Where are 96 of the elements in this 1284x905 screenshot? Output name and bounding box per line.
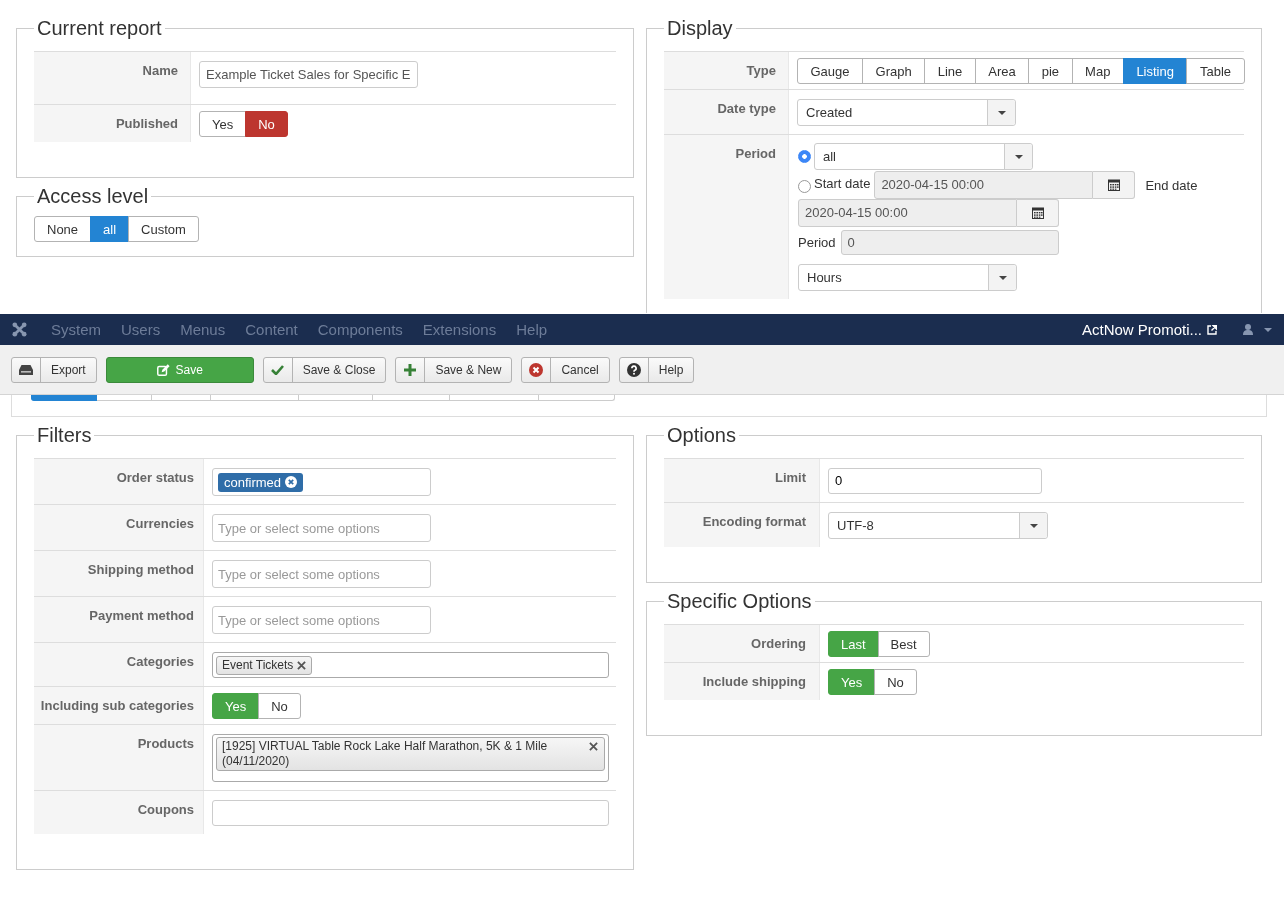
option-button[interactable]: Best xyxy=(877,631,930,657)
option-button[interactable]: Gauge xyxy=(797,58,864,84)
caret-icon xyxy=(1029,523,1038,528)
toolbar-button[interactable]: Save & New xyxy=(395,356,513,383)
field-label: Currencies xyxy=(34,505,204,550)
logo-icon xyxy=(12,322,27,337)
section-title: Specific Options xyxy=(666,591,813,611)
unit-dropdown[interactable]: Hours xyxy=(798,264,1017,291)
text-field[interactable] xyxy=(212,800,609,826)
option-button[interactable]: No xyxy=(258,693,301,719)
caret-icon xyxy=(998,275,1007,280)
edit-icon xyxy=(156,363,170,376)
plus-icon xyxy=(404,363,417,376)
option-button[interactable]: pie xyxy=(1028,58,1073,84)
section-title: Access level xyxy=(36,186,150,206)
tab[interactable] xyxy=(97,395,152,401)
toolbar-button[interactable]: Save & Close xyxy=(262,356,387,383)
tray-icon xyxy=(19,364,33,375)
user-icon xyxy=(1243,324,1253,335)
field-label: Name xyxy=(34,52,191,104)
tab[interactable] xyxy=(152,395,211,401)
field-label: Shipping method xyxy=(34,551,204,596)
calendar-button[interactable] xyxy=(1093,171,1136,199)
remove-icon xyxy=(285,476,298,488)
tag[interactable]: [1925] VIRTUAL Table Rock Lake Half Marathon, 5K & 1 Mile (04/11/2020) xyxy=(216,737,605,771)
date-field[interactable]: 2020-04-15 00:00 xyxy=(874,171,1094,199)
status-tag[interactable]: confirmed xyxy=(218,472,304,492)
option-button[interactable]: No xyxy=(245,111,288,137)
section-title: Options xyxy=(666,425,737,445)
dropdown[interactable]: Created xyxy=(797,99,1016,126)
field-label: Date type xyxy=(664,90,789,134)
option-button[interactable]: No xyxy=(874,669,917,695)
option-button[interactable]: Area xyxy=(974,58,1030,84)
external-link-icon xyxy=(1207,324,1217,335)
field-label: Including sub categories xyxy=(34,687,204,724)
text-field[interactable]: Example Ticket Sales for Specific E xyxy=(199,61,418,88)
check-icon xyxy=(271,364,285,375)
tab[interactable] xyxy=(31,395,97,401)
help-icon xyxy=(626,362,641,377)
field-label: Limit xyxy=(664,459,820,502)
caret-icon xyxy=(997,110,1006,115)
tab[interactable] xyxy=(450,395,539,401)
field-label: Encoding format xyxy=(664,503,820,547)
calendar-icon xyxy=(1031,207,1044,219)
remove-icon xyxy=(297,660,307,670)
section-title: Current report xyxy=(36,18,163,38)
period-length-field[interactable]: 0 xyxy=(840,230,1059,255)
text-field[interactable]: 0 xyxy=(828,468,1042,494)
tag[interactable]: Event Tickets xyxy=(216,655,313,675)
section-title: Filters xyxy=(36,425,93,445)
toolbar-button[interactable]: Help xyxy=(618,356,695,383)
field-label: Include shipping xyxy=(664,663,820,700)
field-label: Categories xyxy=(34,643,204,686)
period-dropdown[interactable]: all xyxy=(814,143,1033,170)
tab[interactable] xyxy=(211,395,299,401)
option-button[interactable]: Line xyxy=(924,58,976,84)
field-label: Products xyxy=(34,725,204,790)
option-button[interactable]: Table xyxy=(1186,58,1245,84)
start-date-label: Start date xyxy=(814,176,871,191)
option-button[interactable]: Listing xyxy=(1122,58,1188,84)
toolbar-button[interactable]: Export xyxy=(11,356,97,383)
site-link[interactable]: ActNow Promoti... xyxy=(1081,321,1217,338)
radio-button[interactable] xyxy=(798,150,811,163)
tab[interactable] xyxy=(373,395,450,401)
multiselect-field[interactable]: Event Tickets xyxy=(212,652,609,678)
period-length-label: Period xyxy=(798,235,836,250)
section-title: Display xyxy=(666,18,734,38)
user-menu-button[interactable] xyxy=(1243,324,1272,335)
dropdown[interactable]: UTF-8 xyxy=(828,512,1048,539)
option-button[interactable]: Custom xyxy=(128,216,199,242)
multiselect-field[interactable]: confirmed xyxy=(212,468,431,496)
date-field[interactable]: 2020-04-15 00:00 xyxy=(798,199,1017,227)
option-button[interactable]: all xyxy=(90,216,130,242)
field-label: Period xyxy=(664,135,789,299)
tab[interactable] xyxy=(299,395,373,401)
tab[interactable] xyxy=(539,395,615,401)
field-label: Type xyxy=(664,52,789,89)
option-button[interactable]: None xyxy=(34,216,92,242)
option-button[interactable]: Yes xyxy=(199,111,247,137)
caret-icon xyxy=(1014,154,1023,159)
caret-icon xyxy=(1264,327,1272,332)
toolbar-button[interactable]: Cancel xyxy=(521,356,610,383)
option-button[interactable]: Graph xyxy=(862,58,926,84)
field-label: Coupons xyxy=(34,791,204,834)
cancel-icon xyxy=(529,362,544,377)
field-label: Ordering xyxy=(664,625,820,662)
calendar-icon xyxy=(1107,179,1120,191)
field-label: Published xyxy=(34,105,191,142)
calendar-button[interactable] xyxy=(1017,199,1059,227)
field-label: Order status xyxy=(34,459,204,504)
field-label: Payment method xyxy=(34,597,204,642)
multiselect-field[interactable]: [1925] VIRTUAL Table Rock Lake Half Marathon, 5K & 1 Mile (04/11/2020) xyxy=(212,734,609,782)
remove-icon xyxy=(589,742,598,751)
option-button[interactable]: Map xyxy=(1071,58,1124,84)
end-date-label: End date xyxy=(1145,177,1198,193)
radio-button[interactable] xyxy=(798,180,811,193)
